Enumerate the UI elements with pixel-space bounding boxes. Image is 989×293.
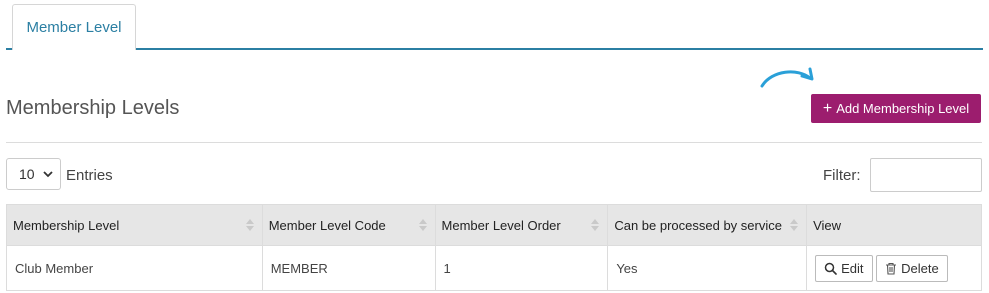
- cell-member-level-code: MEMBER: [261, 245, 436, 291]
- curved-arrow-icon: [760, 67, 814, 88]
- add-membership-level-button[interactable]: + Add Membership Level: [811, 94, 981, 123]
- plus-icon: +: [822, 99, 833, 117]
- sort-icon: [591, 219, 600, 231]
- cell-processed-by-service: Yes: [607, 245, 808, 291]
- tab-member-level[interactable]: Member Level: [12, 4, 136, 50]
- trash-icon: [886, 262, 897, 275]
- column-header-processed-by-service[interactable]: Can be processed by service: [607, 204, 808, 246]
- cell-membership-level: Club Member: [6, 245, 263, 291]
- edit-button[interactable]: Edit: [815, 254, 873, 282]
- column-header-membership-level[interactable]: Membership Level: [6, 204, 263, 246]
- tab-label: Member Level: [26, 19, 122, 36]
- entries-select[interactable]: 10: [6, 158, 61, 190]
- cell-member-level-order: 1: [434, 245, 609, 291]
- entries-value: 10: [19, 166, 35, 182]
- column-header-member-level-order[interactable]: Member Level Order: [434, 204, 609, 246]
- search-icon: [824, 262, 837, 275]
- cell-view-actions: Edit Delete: [806, 245, 982, 291]
- chevron-down-icon: [43, 171, 53, 178]
- column-header-member-level-code[interactable]: Member Level Code: [261, 204, 436, 246]
- delete-label: Delete: [901, 260, 939, 276]
- edit-label: Edit: [841, 260, 864, 276]
- table-header-row: Membership Level Member Level Code Membe…: [6, 204, 982, 246]
- sort-icon: [790, 219, 799, 231]
- membership-levels-table: Membership Level Member Level Code Membe…: [6, 204, 982, 291]
- filter-input[interactable]: [870, 158, 982, 192]
- sort-icon: [245, 219, 254, 231]
- entries-label: Entries: [66, 167, 113, 184]
- delete-button[interactable]: Delete: [876, 254, 948, 282]
- page-title: Membership Levels: [6, 97, 180, 119]
- table-row: Club Member MEMBER 1 Yes Edit Delete: [6, 245, 982, 291]
- filter-label: Filter:: [823, 167, 861, 184]
- tab-bar: Member Level: [6, 0, 983, 50]
- divider: [6, 142, 982, 143]
- column-header-view: View: [806, 204, 982, 246]
- sort-icon: [418, 219, 427, 231]
- add-button-label: Add Membership Level: [836, 101, 970, 116]
